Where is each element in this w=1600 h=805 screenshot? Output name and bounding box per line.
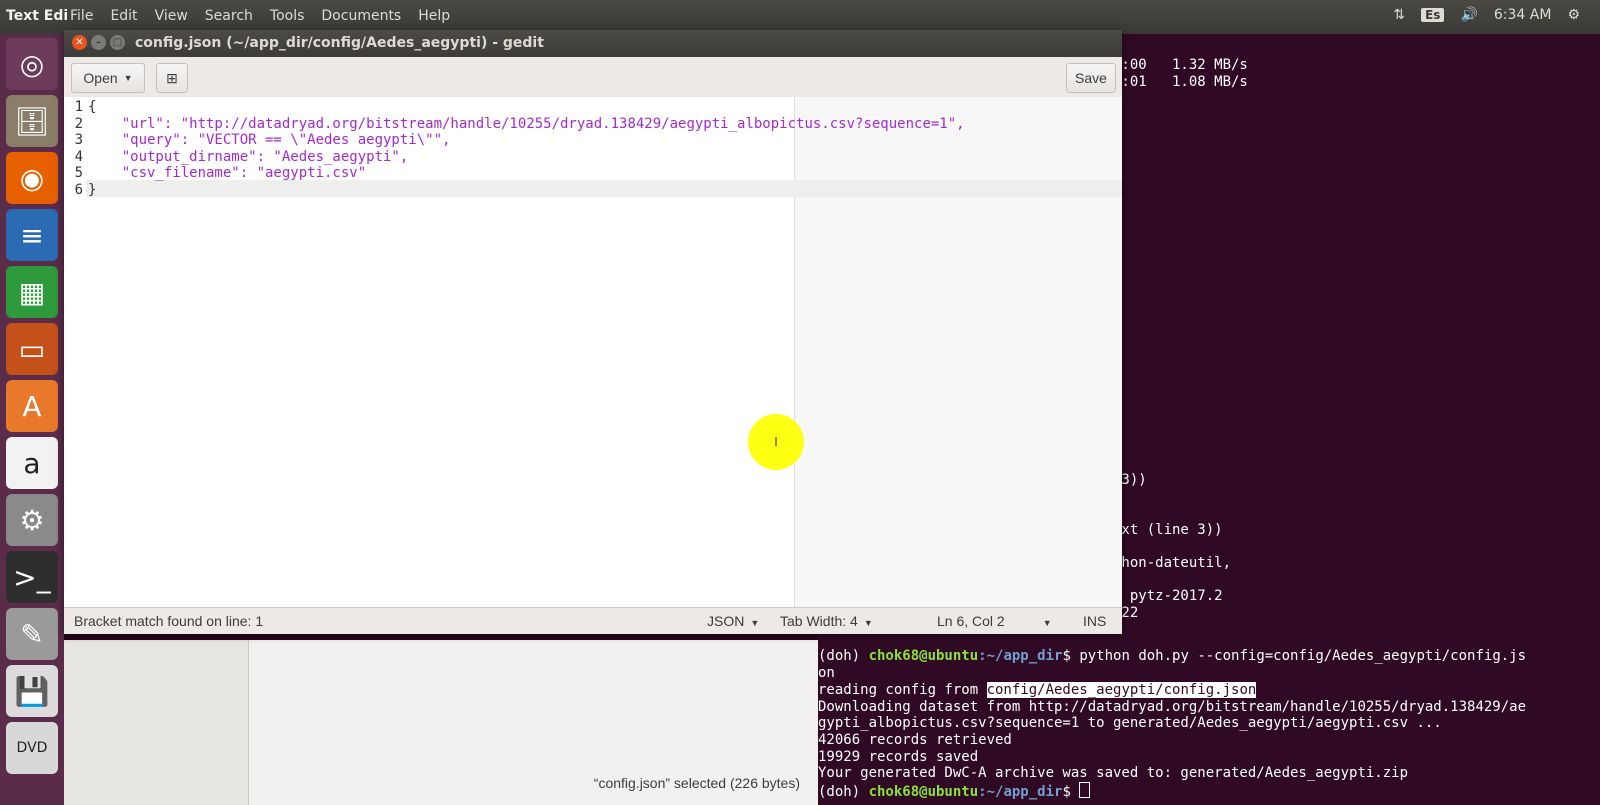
mouse-pointer-highlight: I [748, 414, 804, 470]
save-disk-icon[interactable]: 💾 [6, 665, 58, 717]
clock[interactable]: 6:34 AM [1494, 7, 1552, 23]
tab-width-selector[interactable]: Tab Width: 4 ▼ [780, 613, 873, 629]
current-line-highlight [64, 180, 1122, 197]
menu-tools[interactable]: Tools [270, 8, 305, 24]
chevron-down-icon: ▼ [1042, 618, 1052, 628]
file-manager-status: “config.json” selected (226 bytes) [593, 775, 800, 791]
text-editor-icon[interactable]: ✎ [6, 608, 58, 660]
gedit-titlebar[interactable]: ✕ – □ config.json (~/app_dir/config/Aede… [64, 30, 1122, 57]
menu-search[interactable]: Search [205, 8, 253, 24]
settings-icon[interactable]: ⚙ [6, 494, 58, 546]
calc-icon[interactable]: ▦ [6, 266, 58, 318]
line-number: 1 [74, 99, 83, 115]
terminal-download-line-wrap: gypti_albopictus.csv?sequence=1 to gener… [818, 715, 1442, 731]
language-selector[interactable]: JSON ▼ [707, 613, 759, 629]
menu-documents[interactable]: Documents [321, 8, 401, 24]
line-number: 5 [74, 165, 83, 182]
menu-file[interactable]: File [70, 8, 93, 24]
right-margin-line [794, 97, 795, 607]
prompt-env: (doh) [818, 648, 869, 664]
chevron-down-icon: ▼ [750, 618, 760, 628]
text-editor-area[interactable]: 1 { 2 "url": "http://datadryad.org/bitstr… [64, 97, 1122, 607]
save-button[interactable]: Save [1066, 63, 1116, 93]
code-text: "url": "http://datadryad.org/bitstream/h… [88, 115, 965, 132]
indicator-area: ⇅ Es 🔊 6:34 AM ⚙ [1393, 7, 1580, 23]
terminal-command-line: (doh) chok68@ubuntu:~/app_dir$ python do… [818, 648, 1526, 665]
prompt-user: chok68@ubuntu [868, 648, 979, 664]
network-icon[interactable]: ⇅ [1393, 7, 1405, 23]
status-message: Bracket match found on line: 1 [74, 613, 264, 629]
save-button-label: Save [1075, 70, 1107, 86]
prompt-path: :~/app_dir [978, 784, 1063, 800]
gear-icon[interactable]: ⚙ [1567, 7, 1580, 23]
code-text: "csv_filename": "aegypti.csv" [88, 165, 367, 182]
file-manager-sidebar [64, 640, 249, 805]
prompt-path: :~/app_dir [978, 648, 1063, 664]
terminal-prompt-line: (doh) chok68@ubuntu:~/app_dir$ [818, 782, 1091, 801]
terminal-reading-line: reading config from config/Aedes_aegypti… [818, 682, 1257, 699]
tab-width-label: Tab Width: 4 [780, 613, 858, 629]
gedit-window[interactable]: ✕ – □ config.json (~/app_dir/config/Aede… [64, 30, 1122, 634]
prompt-env: (doh) [818, 784, 869, 800]
text-cursor-icon: I [774, 435, 778, 449]
software-center-icon[interactable]: A [6, 380, 58, 432]
gedit-toolbar: Open ▼ ⊞ Save [64, 57, 1122, 98]
terminal-saved-line: 19929 records saved [818, 749, 979, 765]
code-text: } [88, 182, 97, 198]
top-panel: Text Edi File Edit View Search Tools Doc… [0, 0, 1600, 34]
terminal-download-line: Downloading dataset from http://datadrya… [818, 699, 1527, 715]
close-icon[interactable]: ✕ [72, 35, 87, 50]
line-number: 3 [74, 132, 83, 149]
files-icon[interactable]: 🗄 [6, 95, 58, 147]
volume-icon[interactable]: 🔊 [1460, 7, 1477, 23]
prompt-symbol: $ [1062, 784, 1080, 800]
dvd-icon[interactable]: DVD [6, 722, 58, 774]
menu-bar: File Edit View Search Tools Documents He… [70, 8, 450, 24]
impress-icon[interactable]: ▭ [6, 323, 58, 375]
prompt-user: chok68@ubuntu [868, 784, 979, 800]
terminal-retrieved-line: 42066 records retrieved [818, 732, 1012, 748]
amazon-icon[interactable]: a [6, 437, 58, 489]
chevron-down-icon: ▼ [123, 73, 133, 83]
line-number: 4 [74, 148, 83, 165]
terminal-command: python doh.py --config=config/Aedes_aegy… [1079, 648, 1527, 664]
minimize-icon[interactable]: – [91, 35, 106, 50]
language-label: JSON [707, 613, 745, 629]
menu-view[interactable]: View [155, 8, 188, 24]
menu-edit[interactable]: Edit [110, 8, 137, 24]
maximize-icon[interactable]: □ [110, 35, 125, 50]
terminal-cursor [1079, 782, 1091, 798]
cursor-position-selector[interactable]: Ln 6, Col 2 ▼ [937, 613, 1052, 629]
launcher: ◎ 🗄 ◉ ≡ ▦ ▭ A a ⚙ >_ ✎ 💾 DVD [0, 34, 64, 805]
code-text: "output_dirname": "Aedes_aegypti", [88, 148, 409, 165]
new-document-icon: ⊞ [166, 69, 178, 86]
open-button-label: Open [83, 70, 118, 86]
ubuntu-logo-icon[interactable]: ◎ [6, 38, 58, 90]
reading-prefix: reading config from [818, 682, 987, 698]
file-manager-window: “config.json” selected (226 bytes) [64, 640, 818, 805]
terminal-command-wrap: on [818, 665, 835, 681]
cursor-position-label: Ln 6, Col 2 [937, 613, 1005, 629]
chevron-down-icon: ▼ [863, 618, 873, 628]
code-text: { [88, 99, 97, 115]
open-button[interactable]: Open ▼ [71, 63, 145, 93]
terminal-archive-line: Your generated DwC-A archive was saved t… [818, 765, 1409, 781]
window-title: config.json (~/app_dir/config/Aedes_aegy… [135, 35, 544, 51]
line-number: 6 [74, 182, 83, 198]
menu-help[interactable]: Help [418, 8, 450, 24]
insert-mode-indicator: INS [1083, 613, 1107, 629]
writer-icon[interactable]: ≡ [6, 209, 58, 261]
gedit-statusbar: Bracket match found on line: 1 JSON ▼ Tab… [64, 607, 1122, 634]
right-margin-shade [795, 97, 1122, 607]
code-text: "query": "VECTOR == \"Aedes aegypti\"", [88, 132, 451, 149]
prompt-symbol: $ [1062, 648, 1080, 664]
selected-text: config/Aedes_aegypti/config.json [986, 682, 1257, 698]
active-app-title: Text Edi [6, 8, 69, 24]
keyboard-layout-indicator[interactable]: Es [1421, 8, 1445, 22]
new-tab-button[interactable]: ⊞ [156, 63, 188, 93]
line-number: 2 [74, 115, 83, 132]
terminal-icon[interactable]: >_ [6, 551, 58, 603]
firefox-icon[interactable]: ◉ [6, 152, 58, 204]
